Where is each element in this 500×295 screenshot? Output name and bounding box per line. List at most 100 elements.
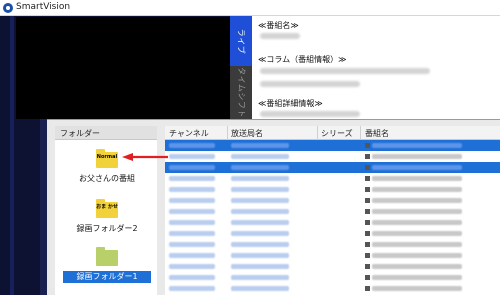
record-marker-icon [365,176,370,181]
redacted-cell [169,198,215,203]
program-detail-label: ≪番組詳細情報≫ [258,99,323,108]
column-divider[interactable] [227,126,228,140]
table-row[interactable] [165,195,500,206]
list-header: チャンネル 放送局名 シリーズ 番組名 [165,126,500,140]
table-row[interactable] [165,272,500,283]
column-header-title[interactable]: 番組名 [365,128,389,139]
column-header-station[interactable]: 放送局名 [231,128,263,139]
record-marker-icon [365,264,370,269]
tab-timeshift-label: タイムシフト [236,67,246,118]
redacted-cell [169,220,215,225]
table-row[interactable] [165,261,500,272]
redacted-cell [372,264,462,269]
table-row[interactable] [165,140,500,151]
table-row[interactable] [165,228,500,239]
redacted-cell [231,242,289,247]
redacted-cell [169,275,215,280]
redacted-text [260,111,360,117]
redacted-cell [231,176,289,181]
folder-tag: Normal [96,154,118,160]
redacted-cell [169,242,215,247]
redacted-cell [372,220,462,225]
redacted-cell [231,143,289,148]
redacted-text [260,68,430,74]
table-row[interactable] [165,283,500,294]
redacted-cell [231,231,289,236]
column-header-series[interactable]: シリーズ [321,128,353,139]
redacted-cell [372,275,462,280]
redacted-cell [231,264,289,269]
redacted-cell [231,198,289,203]
redacted-cell [372,154,462,159]
redacted-cell [231,253,289,258]
folder-icon: Normal [96,149,118,168]
list-rows [165,140,500,294]
redacted-cell [169,264,215,269]
table-row[interactable] [165,206,500,217]
redacted-cell [372,242,462,247]
folder-tag: おま かせ [96,204,118,210]
table-row[interactable] [165,173,500,184]
frame-stripe [10,16,14,295]
folder-label: 録画フォルダー1 [63,271,151,283]
app-window: SmartVision ライブ タイムシフト ≪番組名≫ ≪コラム（番組情報）≫… [0,0,500,295]
folder-item-recording-1[interactable]: 録画フォルダー1 [63,247,151,283]
folder-icon [96,247,118,266]
record-marker-icon [365,220,370,225]
redacted-cell [169,176,215,181]
redacted-cell [169,231,215,236]
video-display[interactable] [16,17,230,119]
redacted-cell [372,231,462,236]
redacted-cell [231,187,289,192]
tab-timeshift[interactable]: タイムシフト [230,66,252,119]
redacted-cell [169,165,215,170]
record-marker-icon [365,165,370,170]
inner-frame-strip [40,119,47,295]
folder-pane: フォルダー Normal お父さんの番組 おま かせ 録画フォルダー2 録画フォ… [55,126,157,295]
folder-icon: おま かせ [96,199,118,218]
record-marker-icon [365,198,370,203]
redacted-cell [169,154,215,159]
redacted-cell [169,143,215,148]
table-row[interactable] [165,239,500,250]
record-marker-icon [365,154,370,159]
table-row[interactable] [165,250,500,261]
redacted-cell [372,286,462,291]
redacted-text [260,33,300,39]
table-row[interactable] [165,217,500,228]
column-header-channel[interactable]: チャンネル [169,128,209,139]
folder-header: フォルダー [55,126,157,140]
program-column-label: ≪コラム（番組情報）≫ [258,55,347,64]
redacted-cell [372,165,462,170]
record-marker-icon [365,231,370,236]
program-list: チャンネル 放送局名 シリーズ 番組名 [165,126,500,295]
folder-label: 録画フォルダー2 [76,224,138,233]
folder-item-recording-2[interactable]: おま かせ 録画フォルダー2 [63,199,151,235]
redacted-text [260,81,360,87]
redacted-cell [372,176,462,181]
record-marker-icon [365,242,370,247]
redacted-cell [372,198,462,203]
record-marker-icon [365,286,370,291]
record-marker-icon [365,253,370,258]
redacted-cell [231,275,289,280]
table-row[interactable] [165,162,500,173]
redacted-cell [231,209,289,214]
app-logo-icon [3,3,13,13]
redacted-cell [169,253,215,258]
redacted-cell [231,165,289,170]
record-marker-icon [365,143,370,148]
record-marker-icon [365,275,370,280]
annotation-arrow-icon [122,153,168,161]
tab-live[interactable]: ライブ [230,16,252,66]
column-divider[interactable] [360,126,361,140]
redacted-cell [169,187,215,192]
redacted-cell [231,154,289,159]
folder-label: お父さんの番組 [79,174,135,183]
redacted-cell [372,253,462,258]
table-row[interactable] [165,184,500,195]
redacted-cell [169,209,215,214]
column-divider[interactable] [317,126,318,140]
tab-live-label: ライブ [236,28,246,54]
table-row[interactable] [165,151,500,162]
